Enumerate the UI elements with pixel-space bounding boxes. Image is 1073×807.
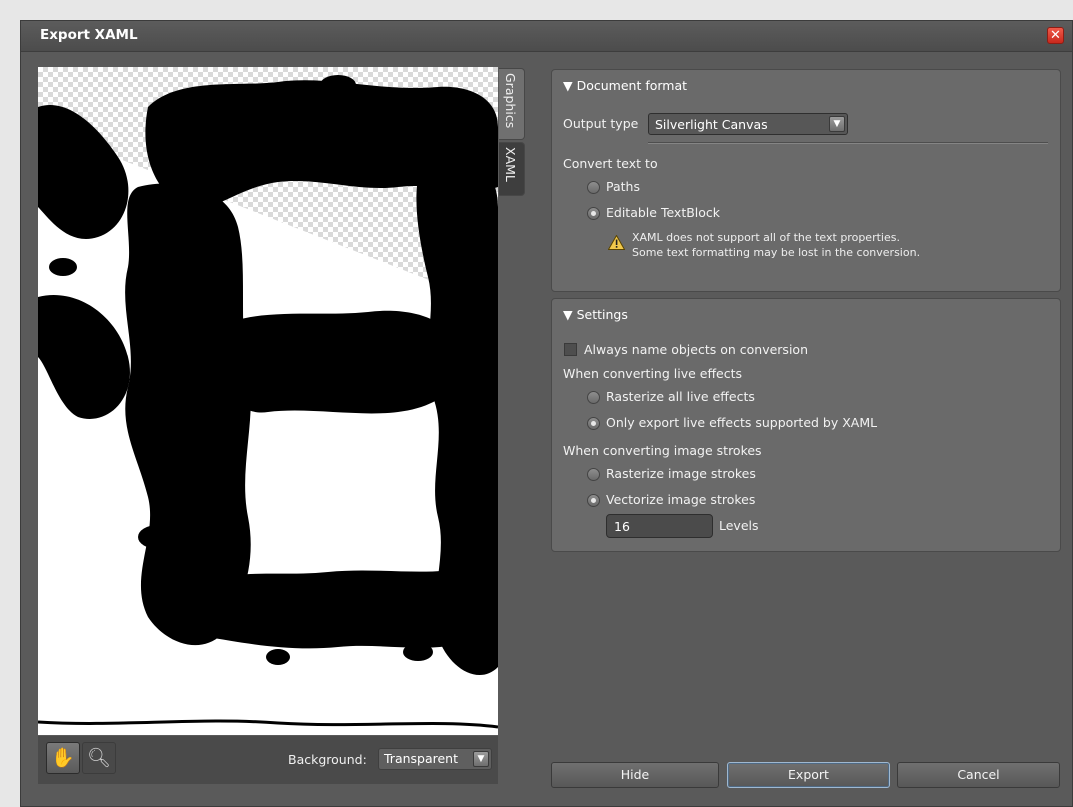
cancel-button[interactable]: Cancel	[897, 762, 1060, 788]
convert-text-label: Convert text to	[563, 156, 658, 171]
radio-vectorize-strokes[interactable]	[587, 494, 600, 507]
live-effects-label: When converting live effects	[563, 366, 743, 381]
dialog-title: Export XAML	[40, 27, 138, 43]
chevron-down-icon: ▼	[473, 751, 489, 767]
levels-value: 16	[614, 519, 630, 534]
divider	[648, 142, 1048, 144]
background-value: Transparent	[384, 751, 459, 766]
preview-artwork	[38, 75, 498, 735]
always-name-checkbox[interactable]	[564, 343, 577, 356]
background-select[interactable]: Transparent ▼	[378, 748, 492, 770]
warning-line-1: XAML does not support all of the text pr…	[632, 231, 900, 244]
levels-label: Levels	[719, 518, 759, 533]
title-bar: Export XAML ✕	[21, 21, 1072, 52]
radio-rasterize-effects-label[interactable]: Rasterize all live effects	[606, 389, 755, 404]
graphics-preview[interactable]	[38, 67, 498, 735]
tab-graphics[interactable]: Graphics	[499, 68, 525, 140]
radio-editable-textblock[interactable]	[587, 207, 600, 220]
document-format-header[interactable]: ▼ Document format	[563, 78, 687, 93]
radio-vectorize-strokes-label[interactable]: Vectorize image strokes	[606, 492, 755, 507]
tab-xaml-label: XAML	[503, 147, 518, 182]
radio-rasterize-strokes-label[interactable]: Rasterize image strokes	[606, 466, 756, 481]
image-strokes-label: When converting image strokes	[563, 443, 762, 458]
radio-paths[interactable]	[587, 181, 600, 194]
radio-rasterize-effects[interactable]	[587, 391, 600, 404]
radio-paths-label[interactable]: Paths	[606, 179, 640, 194]
export-button[interactable]: Export	[727, 762, 890, 788]
levels-input[interactable]: 16	[606, 514, 713, 538]
radio-export-effects-label[interactable]: Only export live effects supported by XA…	[606, 415, 877, 430]
settings-header[interactable]: ▼ Settings	[563, 307, 628, 322]
background-label: Background:	[288, 752, 367, 767]
tab-graphics-label: Graphics	[503, 73, 518, 129]
hand-icon[interactable]: ✋	[46, 742, 80, 774]
output-type-label: Output type	[563, 116, 639, 131]
settings-panel: ▼ Settings Always name objects on conver…	[551, 298, 1061, 552]
preview-toolbar: ✋ 🔍︎ Background: Transparent ▼	[38, 736, 498, 784]
tab-xaml[interactable]: XAML	[499, 142, 525, 196]
radio-export-effects[interactable]	[587, 417, 600, 430]
close-icon[interactable]: ✕	[1047, 27, 1064, 44]
always-name-label[interactable]: Always name objects on conversion	[584, 342, 808, 357]
radio-rasterize-strokes[interactable]	[587, 468, 600, 481]
radio-editable-textblock-label[interactable]: Editable TextBlock	[606, 205, 720, 220]
magnifier-icon[interactable]: 🔍︎	[82, 742, 116, 774]
document-format-panel: ▼ Document format Output type Silverligh…	[551, 69, 1061, 292]
warning-line-2: Some text formatting may be lost in the …	[632, 246, 921, 259]
chevron-down-icon: ▼	[829, 116, 845, 132]
output-type-value: Silverlight Canvas	[655, 117, 768, 132]
output-type-select[interactable]: Silverlight Canvas ▼	[648, 113, 848, 135]
warning-icon	[608, 235, 625, 250]
hide-button[interactable]: Hide	[551, 762, 719, 788]
